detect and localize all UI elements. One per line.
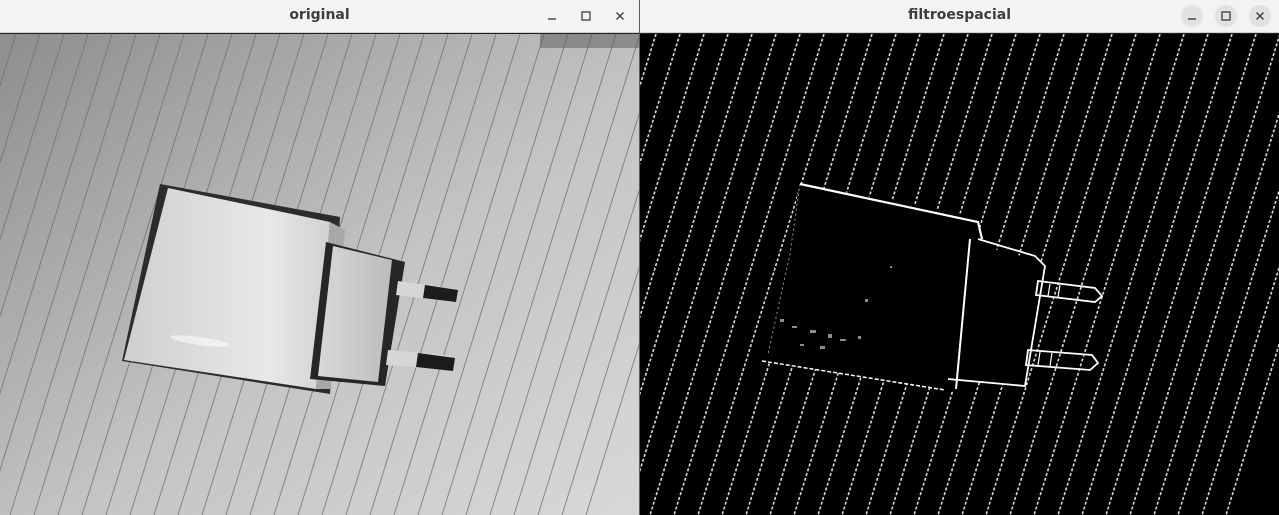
minimize-button[interactable] — [541, 5, 563, 27]
maximize-icon — [1221, 11, 1231, 21]
close-button[interactable] — [1249, 5, 1271, 27]
close-icon — [616, 12, 624, 20]
maximize-button[interactable] — [575, 5, 597, 27]
minimize-icon — [1188, 18, 1196, 20]
paper-binding — [540, 34, 639, 48]
filtered-photo — [640, 34, 1279, 515]
titlebar[interactable]: filtroespacial — [640, 0, 1279, 33]
close-icon — [1256, 12, 1264, 20]
window-original[interactable]: original — [0, 0, 639, 515]
image-filtroespacial — [640, 34, 1279, 515]
maximize-button[interactable] — [1215, 5, 1237, 27]
minimize-button[interactable] — [1181, 5, 1203, 27]
window-filtroespacial[interactable]: filtroespacial — [640, 0, 1279, 515]
window-controls — [1181, 5, 1271, 27]
original-photo — [0, 34, 639, 515]
close-button[interactable] — [609, 5, 631, 27]
minimize-icon — [548, 18, 556, 20]
image-original — [0, 34, 639, 515]
window-controls — [541, 5, 631, 27]
maximize-icon — [581, 11, 591, 21]
titlebar[interactable]: original — [0, 0, 639, 33]
